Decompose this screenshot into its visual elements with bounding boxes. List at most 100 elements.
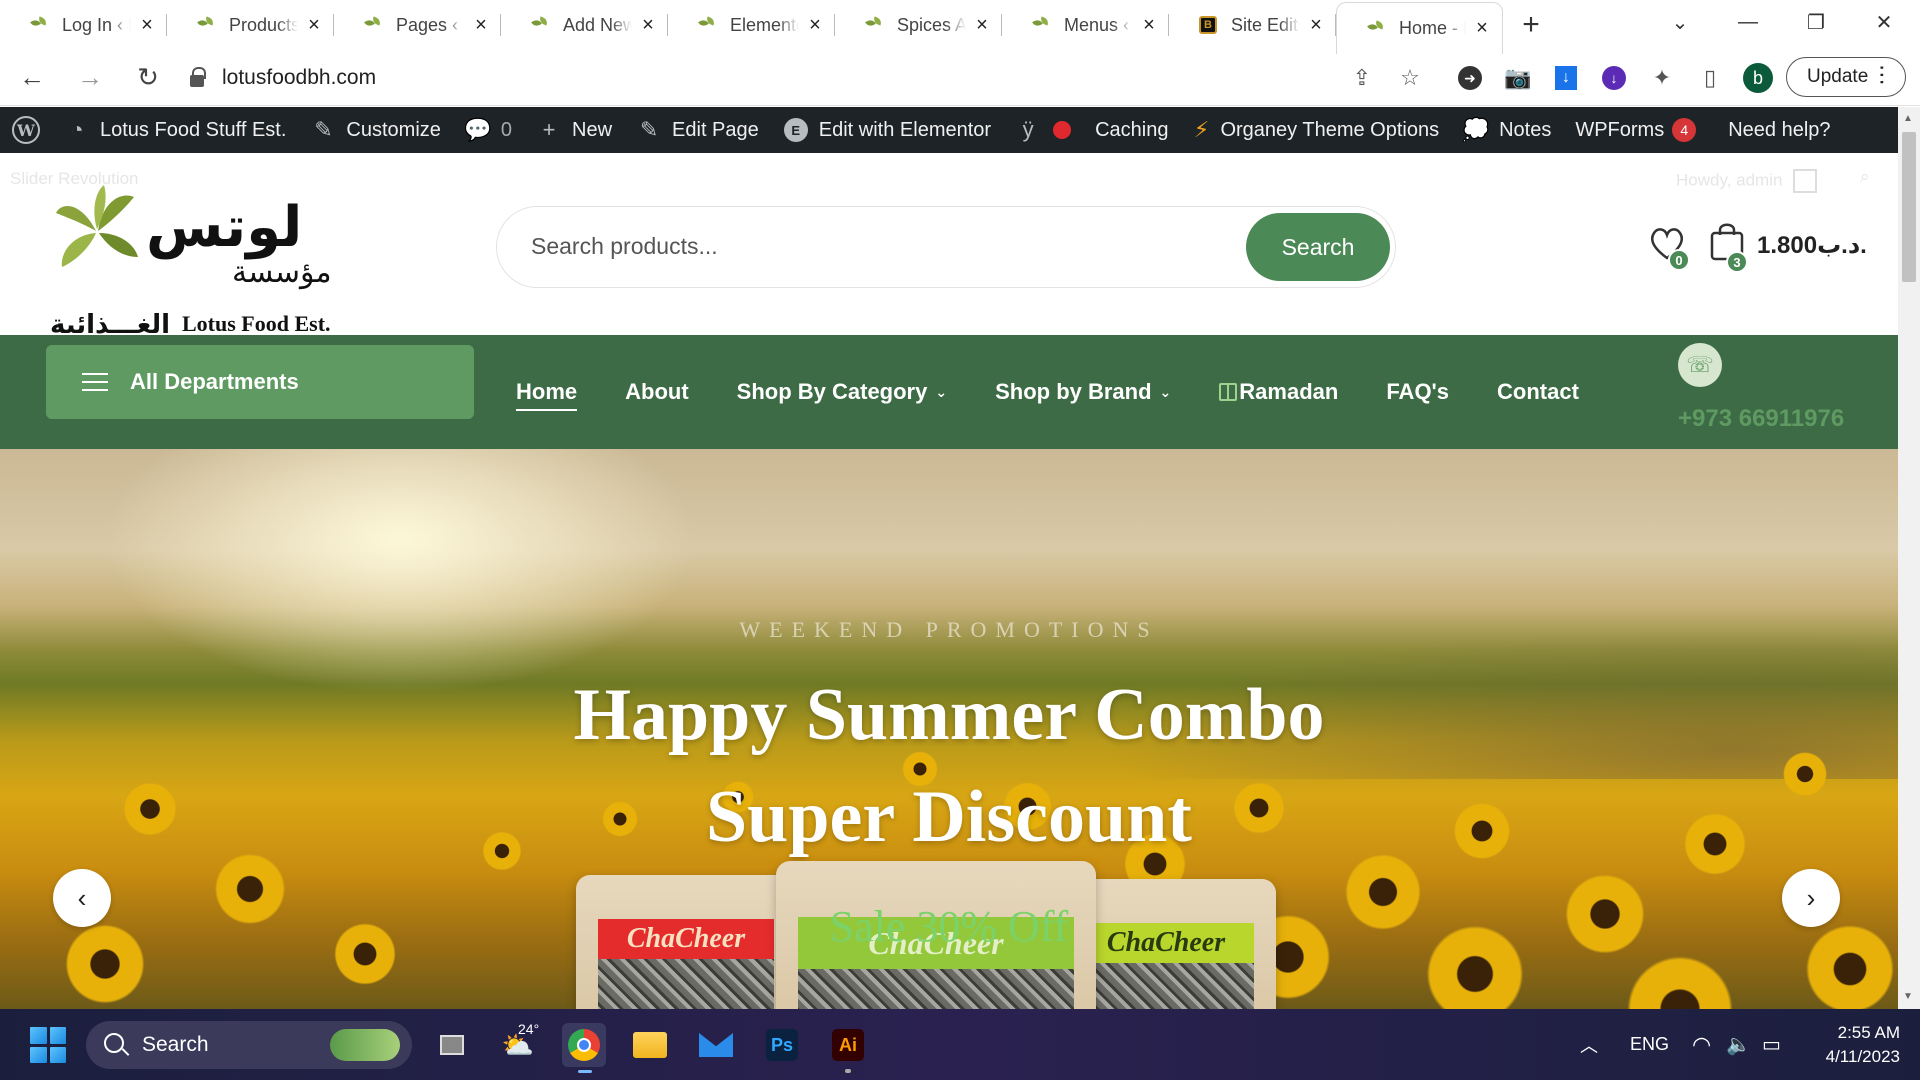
wifi-icon[interactable]: ◠ xyxy=(1692,1009,1711,1080)
menu-item-about[interactable]: About xyxy=(625,379,689,405)
file-explorer-icon[interactable] xyxy=(628,1023,672,1067)
browser-tab[interactable]: B Site Edits × xyxy=(1169,0,1336,50)
browser-tab[interactable]: Add New Page × xyxy=(501,0,668,50)
browser-tab[interactable]: Spices Archives × xyxy=(835,0,1002,50)
tab-close-icon[interactable]: × xyxy=(471,14,491,36)
share-icon[interactable]: ⇪ xyxy=(1340,56,1384,100)
menu-dots-icon[interactable]: ⋯ xyxy=(1870,64,1895,86)
product-search-input[interactable]: Search products... xyxy=(531,233,718,260)
cart-total[interactable]: 1.800د.ب. xyxy=(1757,231,1867,260)
bookmark-star-icon[interactable]: ☆ xyxy=(1388,56,1432,100)
tab-close-icon[interactable]: × xyxy=(1139,14,1159,36)
admin-notes[interactable]: 💭 Notes xyxy=(1451,107,1563,153)
tab-close-icon[interactable]: × xyxy=(1472,17,1492,39)
menu-item-contact[interactable]: Contact xyxy=(1497,379,1579,405)
system-clock[interactable]: 2:55 AM 4/11/2023 xyxy=(1810,1021,1900,1069)
mail-icon[interactable] xyxy=(694,1023,738,1067)
windows-start-icon[interactable] xyxy=(30,1027,66,1063)
menu-item-home[interactable]: Home xyxy=(516,379,578,411)
minimize-icon[interactable]: — xyxy=(1718,0,1778,44)
bag-seeds xyxy=(598,959,774,1009)
bag-seeds xyxy=(798,969,1074,1009)
menu-item-shop-by-brand[interactable]: Shop by Brand ⌄ xyxy=(995,379,1171,405)
admin-yoast[interactable]: ÿ xyxy=(1003,107,1083,153)
extension-arrow-icon[interactable]: ➜ xyxy=(1448,56,1492,100)
reload-icon[interactable]: ↻ xyxy=(126,56,170,100)
battery-icon[interactable]: ▭ xyxy=(1762,1009,1781,1080)
downloader-extension-icon[interactable]: ↓ xyxy=(1592,56,1636,100)
taskbar-search[interactable]: Search xyxy=(86,1021,412,1069)
scroll-thumb[interactable] xyxy=(1902,132,1916,282)
wp-admin-bar: W ◔ Lotus Food Stuff Est. ✎ Customize 💬 0 +… xyxy=(0,107,1920,153)
scroll-down-icon[interactable]: ▼ xyxy=(1903,991,1913,1002)
sunflower xyxy=(1620,949,1740,1009)
download-manager-icon[interactable]: ↓ xyxy=(1544,56,1588,100)
back-icon[interactable]: ← xyxy=(10,56,54,100)
new-label: New xyxy=(572,118,613,141)
tab-close-icon[interactable]: × xyxy=(972,14,992,36)
admin-help[interactable]: Need help? xyxy=(1708,107,1842,153)
weather-widget[interactable]: ⛅ 24° xyxy=(496,1021,540,1067)
browser-tab[interactable]: Products ‹ Lotus × xyxy=(167,0,334,50)
page-scrollbar[interactable]: ▲ ▼ xyxy=(1898,107,1920,1009)
volume-icon[interactable]: 🔈 xyxy=(1726,1009,1751,1080)
browser-tab[interactable]: Menus ‹ Lotus × xyxy=(1002,0,1169,50)
wishlist-button[interactable]: 0 xyxy=(1648,225,1690,271)
tab-close-icon[interactable]: × xyxy=(638,14,658,36)
scroll-up-icon[interactable]: ▲ xyxy=(1903,113,1913,124)
browser-tab-strip: Log In ‹ Lotus Food Stuff Est.×Products … xyxy=(0,0,1920,54)
admin-new[interactable]: + New xyxy=(524,107,624,153)
taskbar-search-label: Search xyxy=(142,1033,209,1056)
admin-customize[interactable]: ✎ Customize xyxy=(298,107,452,153)
side-panel-icon[interactable]: ▯ xyxy=(1688,56,1732,100)
url-field[interactable]: lotusfoodbh.com xyxy=(190,58,376,98)
task-view-icon[interactable] xyxy=(430,1023,474,1067)
close-window-icon[interactable]: ✕ xyxy=(1854,0,1914,44)
admin-comments[interactable]: 💬 0 xyxy=(453,107,524,153)
menu-item-faq-s[interactable]: FAQ's xyxy=(1386,379,1449,405)
menu-item-shop-by-category[interactable]: Shop By Category ⌄ xyxy=(737,379,947,405)
wp-logo-menu[interactable]: W xyxy=(0,107,52,153)
gift-icon xyxy=(1219,383,1238,401)
pencil-icon: ✎ xyxy=(639,117,659,142)
forward-icon[interactable]: → xyxy=(68,56,112,100)
site-logo[interactable]: لوتس مؤسسة الغـــذائية Lotus Food Est. xyxy=(46,183,346,339)
ghost-howdy: Howdy, admin xyxy=(1676,169,1818,193)
show-hidden-icons[interactable]: ︿ xyxy=(1580,1009,1598,1080)
admin-site-name[interactable]: ◔ Lotus Food Stuff Est. xyxy=(52,107,298,153)
browser-tab[interactable]: Log In ‹ Lotus Food Stuff Est. × xyxy=(0,0,167,50)
browser-tab[interactable]: Elementor × xyxy=(668,0,835,50)
admin-wpforms[interactable]: WPForms 4 xyxy=(1563,107,1708,153)
admin-edit-page[interactable]: ✎ Edit Page xyxy=(624,107,771,153)
wordpress-icon: W xyxy=(12,116,40,144)
tab-close-icon[interactable]: × xyxy=(1306,14,1326,36)
chrome-icon[interactable] xyxy=(562,1023,606,1073)
admin-theme-options[interactable]: ⚡ Organey Theme Options xyxy=(1180,107,1451,153)
edit-page-label: Edit Page xyxy=(672,118,759,141)
new-tab-button[interactable]: + xyxy=(1513,7,1549,43)
search-button[interactable]: Search xyxy=(1246,213,1390,281)
update-button[interactable]: Update ⋯ xyxy=(1786,57,1906,97)
tab-close-icon[interactable]: × xyxy=(137,14,157,36)
all-departments-button[interactable]: All Departments xyxy=(46,345,474,419)
menu-item-ramadan[interactable]: Ramadan xyxy=(1219,379,1338,405)
tab-close-icon[interactable]: × xyxy=(805,14,825,36)
browser-tab[interactable]: Pages ‹ Lotus × xyxy=(334,0,501,50)
photoshop-icon[interactable]: Ps xyxy=(760,1023,804,1067)
search-icon xyxy=(104,1033,124,1053)
windows-taskbar: Search ⛅ 24° Ps Ai ︿ ENG ◠ 🔈 ▭ 2:55 AM 4/… xyxy=(0,1009,1920,1080)
admin-caching[interactable]: Caching xyxy=(1083,107,1180,153)
profile-avatar[interactable]: b xyxy=(1736,56,1780,100)
input-language[interactable]: ENG xyxy=(1630,1009,1669,1080)
camera-icon[interactable]: 📷 xyxy=(1496,56,1540,100)
restore-icon[interactable]: ❐ xyxy=(1786,0,1846,44)
browser-tab[interactable]: Home - Lotus × xyxy=(1336,2,1503,54)
tab-search-icon[interactable]: ⌄ xyxy=(1650,0,1710,44)
admin-edit-elementor[interactable]: E Edit with Elementor xyxy=(771,107,1003,153)
extensions-puzzle-icon[interactable]: ✦ xyxy=(1640,56,1684,100)
phone-number[interactable]: +973 66911976 xyxy=(1678,405,1844,433)
illustrator-icon[interactable]: Ai xyxy=(826,1023,870,1073)
tab-close-icon[interactable]: × xyxy=(304,14,324,36)
dashboard-icon: ◔ xyxy=(70,117,84,142)
cart-button[interactable]: 3 xyxy=(1708,221,1748,273)
